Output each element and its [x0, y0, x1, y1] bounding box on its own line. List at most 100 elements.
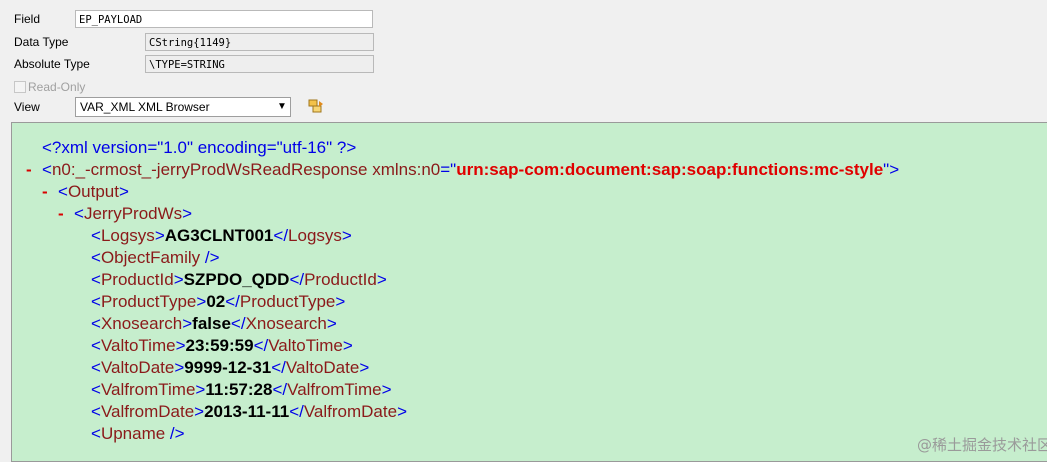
xml-element-line: <Upname /> [91, 423, 185, 445]
xml-bracket: </ [289, 270, 305, 289]
xml-tag: ProductId [304, 270, 377, 289]
xml-bracket: > [381, 380, 392, 399]
xml-tool-icon[interactable] [306, 97, 326, 117]
xml-value: 11:57:28 [205, 380, 273, 399]
xml-element-line: <ValfromDate>2013-11-11</ValfromDate> [91, 401, 407, 423]
xml-tag: ProductType [100, 292, 197, 311]
xml-tag: ValtoTime [268, 336, 343, 355]
xml-bracket: > [182, 314, 193, 333]
xml-bracket: > [397, 402, 407, 421]
xml-bracket: < [58, 182, 68, 201]
datatype-label: Data Type [14, 35, 69, 49]
xml-element-line: <Xnosearch>false</Xnosearch> [91, 313, 337, 335]
abstype-label: Absolute Type [14, 57, 90, 71]
xml-bracket: </ [230, 314, 246, 333]
xml-tag: ValfromTime [287, 380, 382, 399]
xml-bracket: > [174, 358, 185, 377]
xml-eq: =" [440, 160, 457, 179]
xml-bracket: > [173, 270, 184, 289]
xml-bracket: > [195, 380, 206, 399]
xml-bracket: > [335, 292, 346, 311]
xml-tag: ProductType [239, 292, 336, 311]
xml-decl-text: <?xml version="1.0" encoding="utf-16" ?> [42, 138, 357, 157]
xml-element-line: <ValtoTime>23:59:59</ValtoTime> [91, 335, 353, 357]
field-input[interactable]: EP_PAYLOAD [75, 10, 373, 28]
xml-value: 9999-12-31 [184, 358, 272, 377]
view-select-value: VAR_XML XML Browser [80, 100, 210, 114]
xml-bracket: </ [272, 380, 288, 399]
xml-value: AG3CLNT001 [164, 226, 274, 245]
xml-element-line: <ProductId>SZPDO_QDD</ProductId> [91, 269, 387, 291]
xml-bracket: /> [165, 424, 185, 443]
xml-root-attr: xmlns:n0 [367, 160, 441, 179]
xml-bracket: </ [225, 292, 240, 311]
field-label: Field [14, 12, 41, 26]
xml-output-tag: Output [67, 182, 119, 201]
xml-bracket: > [175, 336, 186, 355]
xml-tag: Xnosearch [100, 314, 183, 333]
xml-bracket: </ [273, 226, 289, 245]
xml-bracket: > [182, 204, 193, 223]
xml-bracket: < [91, 402, 101, 421]
collapse-icon[interactable]: - [42, 181, 48, 203]
xml-bracket: < [91, 424, 101, 443]
xml-tag: Upname [100, 424, 166, 443]
chevron-down-icon[interactable]: ▼ [274, 98, 290, 116]
xml-bracket: < [91, 380, 101, 399]
watermark: @稀土掘金技术社区 [916, 436, 1047, 454]
xml-bracket: < [91, 248, 101, 267]
xml-output-line: - <Output> [42, 181, 129, 203]
xml-bracket: < [91, 270, 101, 289]
xml-element-line: <Logsys>AG3CLNT001</Logsys> [91, 225, 352, 247]
xml-tag: ValfromDate [100, 402, 195, 421]
xml-bracket: </ [271, 358, 286, 377]
xml-tag: ValtoDate [285, 358, 360, 377]
xml-bracket: > [326, 314, 337, 333]
xml-declaration: <?xml version="1.0" encoding="utf-16" ?> [42, 137, 356, 159]
xml-root-line: - <n0:_-crmost_-jerryProdWsReadResponse … [26, 159, 899, 181]
xml-tag: ValfromTime [100, 380, 196, 399]
xml-value: false [192, 314, 231, 333]
abstype-field: \TYPE=STRING [145, 55, 374, 73]
xml-element-line: <ValtoDate>9999-12-31</ValtoDate> [91, 357, 369, 379]
xml-bracket: < [91, 292, 101, 311]
xml-tag: Logsys [288, 226, 342, 245]
abstype-row: Absolute Type \TYPE=STRING [0, 54, 380, 75]
datatype-field: CString{1149} [145, 33, 374, 51]
xml-bracket: > [376, 270, 387, 289]
xml-jerryprodws-line: - <JerryProdWs> [58, 203, 192, 225]
datatype-row: Data Type CString{1149} [0, 32, 380, 53]
xml-bracket: < [91, 358, 101, 377]
xml-bracket: > [196, 292, 207, 311]
field-row: Field EP_PAYLOAD [0, 9, 380, 30]
readonly-label: Read-Only [28, 80, 86, 94]
xml-tag: ValtoDate [100, 358, 175, 377]
collapse-icon[interactable]: - [26, 159, 32, 181]
xml-bracket: > [154, 226, 165, 245]
xml-tag: Logsys [100, 226, 155, 245]
xml-browser[interactable]: <?xml version="1.0" encoding="utf-16" ?>… [11, 122, 1047, 462]
xml-element-line: <ObjectFamily /> [91, 247, 220, 269]
xml-bracket: > [342, 336, 353, 355]
xml-bracket: > [359, 358, 370, 377]
xml-value: 02 [206, 292, 226, 311]
xml-jpw-tag: JerryProdWs [83, 204, 183, 223]
xml-tag: ValtoTime [100, 336, 176, 355]
xml-bracket: > [118, 182, 129, 201]
xml-value: 23:59:59 [185, 336, 254, 355]
xml-tag: Xnosearch [245, 314, 327, 333]
xml-element-line: <ValfromTime>11:57:28</ValfromTime> [91, 379, 392, 401]
xml-root-attr-value: urn:sap-com:document:sap:soap:functions:… [456, 160, 884, 179]
xml-bracket: < [91, 314, 101, 333]
xml-tag: ProductId [100, 270, 174, 289]
xml-root-tag: n0:_-crmost_-jerryProdWsReadResponse [51, 160, 368, 179]
collapse-icon[interactable]: - [58, 203, 64, 225]
xml-value: SZPDO_QDD [183, 270, 290, 289]
xml-bracket: < [91, 226, 101, 245]
xml-value: 2013-11-11 [204, 402, 290, 421]
xml-bracket: /> [200, 248, 220, 267]
xml-bracket: < [42, 160, 52, 179]
view-select[interactable]: VAR_XML XML Browser ▼ [75, 97, 291, 117]
xml-bracket: </ [253, 336, 269, 355]
readonly-checkbox[interactable] [14, 81, 26, 93]
